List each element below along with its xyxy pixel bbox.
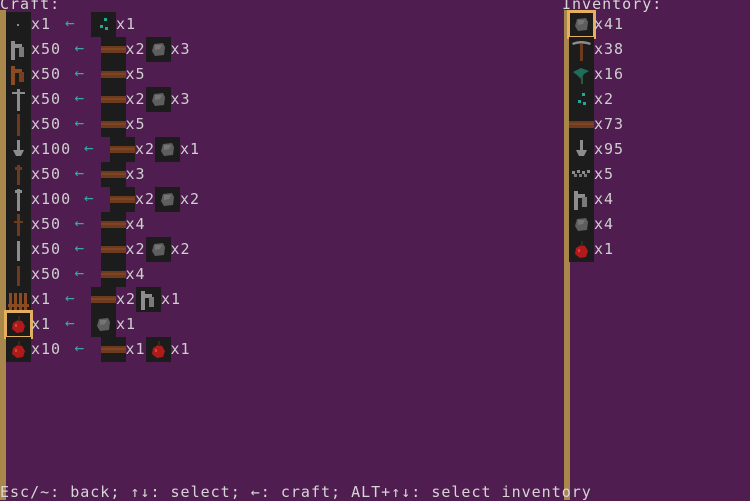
inventory-item-row[interactable]: x2 — [0, 87, 750, 112]
red-apple-icon — [4, 310, 33, 339]
wood-plank-icon — [100, 262, 126, 287]
ingredient-qty: x4 — [125, 265, 146, 283]
controls-help-text: Esc/~: back; ↑↓: select; ←: craft; ALT+↑… — [0, 483, 592, 501]
ingredient-qty: x2 — [116, 290, 137, 308]
craft-recipe-row[interactable]: x1 ← x2 x1 — [0, 287, 550, 312]
gravel-icon — [569, 162, 594, 187]
inventory-item-qty: x41 — [594, 15, 625, 33]
inventory-item-row[interactable]: x95 — [0, 137, 750, 162]
stone-icon — [569, 212, 594, 237]
wood-rod-icon — [6, 262, 31, 287]
inventory-item-row[interactable]: x38 — [0, 37, 750, 62]
craft-output-qty: x50 — [31, 265, 62, 283]
inventory-item-qty: x1 — [594, 240, 615, 258]
craft-output-qty: x10 — [31, 340, 62, 358]
craft-arrow-icon: ← — [65, 313, 75, 332]
inventory-item-qty: x16 — [594, 65, 625, 83]
pickaxe-icon — [569, 37, 594, 62]
wood-plank-icon — [569, 112, 594, 137]
iron-door-icon — [569, 187, 594, 212]
iron-door-icon — [136, 287, 161, 312]
craft-recipe-row[interactable]: x10 ← x1 x1 — [0, 337, 550, 362]
inventory-item-qty: x5 — [594, 165, 615, 183]
wood-plank-icon — [100, 337, 126, 362]
craft-arrow-icon: ← — [74, 263, 85, 282]
inventory-item-row[interactable]: x1 — [0, 237, 750, 262]
red-apple-icon — [145, 337, 171, 362]
ingredient-qty: x1 — [116, 315, 137, 333]
red-apple-icon — [569, 237, 594, 262]
inventory-item-row[interactable]: x4 — [0, 187, 750, 212]
inventory-item-qty: x38 — [594, 40, 625, 58]
inventory-item-qty: x95 — [594, 140, 625, 158]
craft-recipe-row[interactable]: x50 ← x4 — [0, 262, 550, 287]
red-apple-icon — [6, 337, 31, 362]
craft-output-qty: x1 — [31, 315, 52, 333]
inventory-item-qty: x73 — [594, 115, 625, 133]
wood-bed-icon — [6, 287, 31, 312]
sapling-icon — [569, 87, 594, 112]
inventory-item-row[interactable]: x16 — [0, 62, 750, 87]
craft-output-qty: x1 — [31, 290, 52, 308]
inventory-item-qty: x4 — [594, 215, 615, 233]
stone-torch-icon — [569, 137, 594, 162]
ingredient-qty: x1 — [170, 340, 191, 358]
inventory-item-row[interactable]: x41 — [0, 10, 750, 39]
inventory-item-row[interactable]: x73 — [0, 112, 750, 137]
wood-plank-icon — [91, 287, 116, 312]
inventory-item-row[interactable]: x5 — [0, 162, 750, 187]
inventory-item-row[interactable]: x4 — [0, 212, 750, 237]
craft-arrow-icon: ← — [74, 338, 85, 357]
inventory-item-qty: x2 — [594, 90, 615, 108]
ingredient-qty: x1 — [161, 290, 182, 308]
inventory-header: Inventory: — [562, 0, 663, 13]
stone-icon — [91, 312, 116, 337]
stone-icon — [567, 10, 596, 39]
green-plant-icon — [569, 62, 594, 87]
inventory-item-qty: x4 — [594, 190, 615, 208]
craft-recipe-row[interactable]: x1 ← x1 — [0, 310, 550, 339]
craft-header: Craft: — [0, 0, 61, 13]
craft-arrow-icon: ← — [65, 288, 75, 307]
ingredient-qty: x1 — [125, 340, 146, 358]
